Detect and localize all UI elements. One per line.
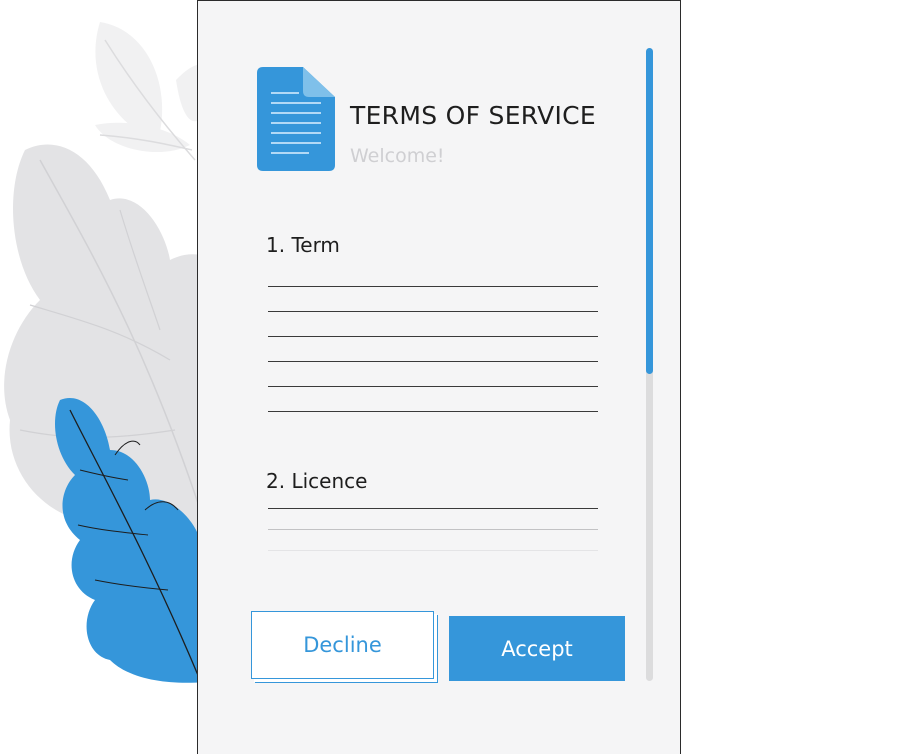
document-icon xyxy=(257,67,335,171)
decline-button[interactable]: Decline xyxy=(251,611,434,679)
terms-panel: TERMS OF SERVICE Welcome! 1. Term 2. Lic… xyxy=(197,0,681,754)
text-line xyxy=(268,311,598,312)
text-line xyxy=(268,386,598,387)
text-line xyxy=(268,529,598,530)
scrollbar-track[interactable] xyxy=(646,48,653,681)
text-line xyxy=(268,286,598,287)
section-heading-licence: 2. Licence xyxy=(266,469,368,493)
text-line xyxy=(268,411,598,412)
scrollbar-thumb[interactable] xyxy=(646,48,653,374)
light-leaf-cluster xyxy=(95,22,213,161)
text-line xyxy=(268,361,598,362)
text-line xyxy=(268,508,598,509)
section-heading-term: 1. Term xyxy=(266,233,340,257)
page-subtitle: Welcome! xyxy=(350,145,445,167)
page-title: TERMS OF SERVICE xyxy=(350,101,597,130)
text-line xyxy=(268,550,598,551)
accept-button[interactable]: Accept xyxy=(449,616,625,681)
text-line xyxy=(268,336,598,337)
